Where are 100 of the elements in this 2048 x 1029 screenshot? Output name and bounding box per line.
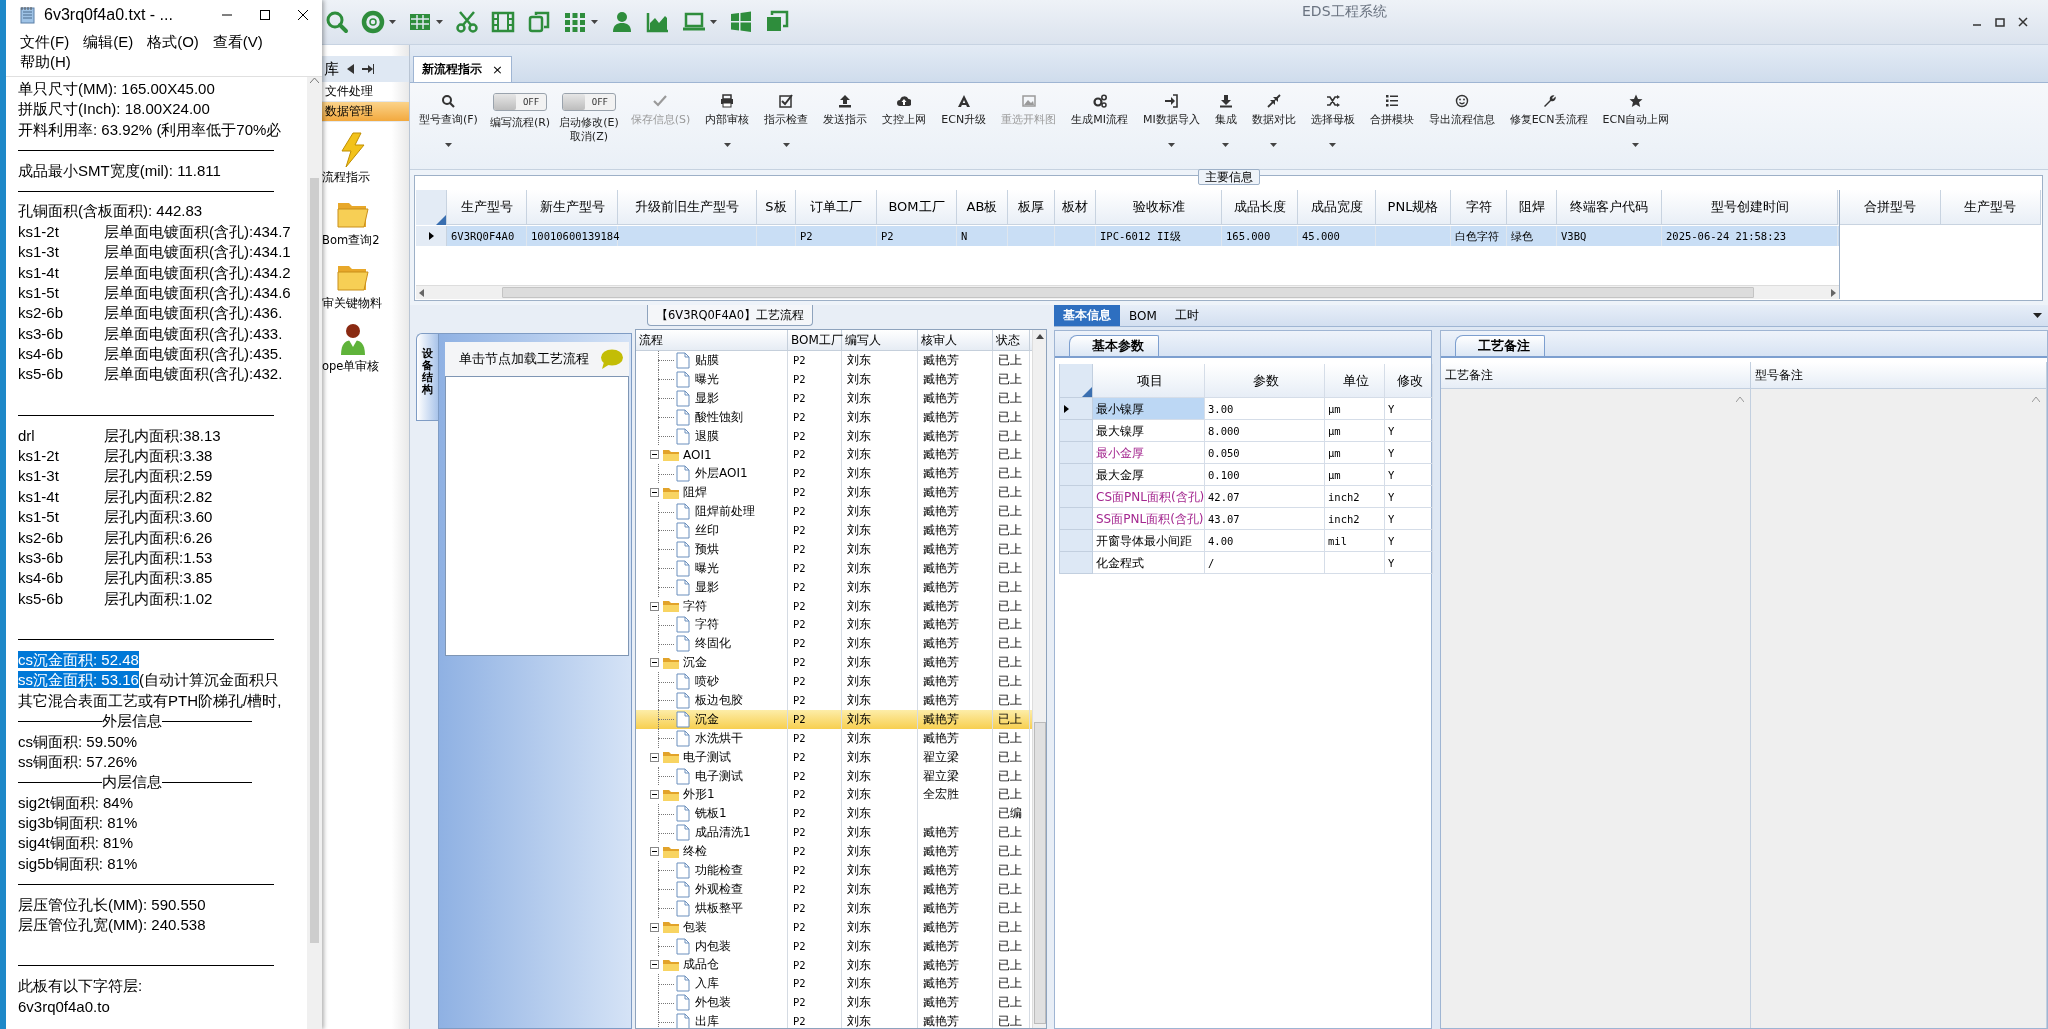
tree-item[interactable]: 板边包胶 P2 刘东 臧艳芳 已上 <box>636 691 1032 710</box>
menu-item[interactable]: 格式(O) <box>147 32 199 52</box>
tree-item[interactable]: 铣板1 P2 刘东 已编 <box>636 804 1032 824</box>
menu-item[interactable]: 查看(V) <box>212 32 263 52</box>
nav-item[interactable]: 数据管理 <box>322 102 409 122</box>
column-header[interactable]: AB板 <box>957 190 1008 225</box>
tree-item[interactable]: 酸性蚀刻 P2 刘东 臧艳芳 已上 <box>636 407 1032 427</box>
toolbar-button[interactable]: 合拼模块 <box>1366 92 1417 129</box>
close-icon[interactable] <box>297 9 309 21</box>
tree-item[interactable]: 贴膜 P2 刘东 臧艳芳 已上 <box>636 351 1032 370</box>
collapse-icon[interactable] <box>650 847 659 857</box>
tree-item[interactable]: 入库 P2 刘东 臧艳芳 已上 <box>636 974 1032 994</box>
film-icon[interactable] <box>491 10 515 34</box>
column-header[interactable]: 修改 <box>1385 364 1433 398</box>
search-icon[interactable] <box>325 10 349 34</box>
toggle-switch[interactable]: OFF <box>493 93 548 111</box>
shortcut-label[interactable]: 流程指示 <box>322 170 370 185</box>
toolbar-button[interactable]: 文控上网 <box>879 92 930 129</box>
arrow-left-icon[interactable] <box>347 64 354 74</box>
toolbar-button[interactable]: 型号查询(F) <box>416 92 481 149</box>
table-row[interactable]: 6V3RQ0F4A0 10010600139184 P2 P2 N IPC-6012 II级 165.000 45.000 白色字符 绿色 V3BQ 2025-06-24 21:58:23 <box>416 226 1839 246</box>
tree-item[interactable]: 显影 P2 刘东 臧艳芳 已上 <box>636 577 1032 597</box>
scrollbar-thumb[interactable] <box>310 178 319 943</box>
column-header[interactable]: BOM工厂 <box>877 190 957 225</box>
collapse-icon[interactable] <box>650 450 659 460</box>
tree-item[interactable]: 退膜 P2 刘东 臧艳芳 已上 <box>636 426 1032 446</box>
column-header[interactable]: PNL规格 <box>1376 190 1451 225</box>
side-tab[interactable]: 设备结构 <box>416 333 438 421</box>
tree-group[interactable]: AOI1 P2 刘东 臧艳芳 已上 <box>636 445 1032 465</box>
document-tab[interactable]: 新流程指示 × <box>413 56 512 82</box>
grid-icon[interactable] <box>563 10 587 34</box>
toolbar-button[interactable]: 生成MI流程 <box>1068 92 1131 129</box>
row-header[interactable] <box>416 226 447 246</box>
maximize-icon[interactable] <box>259 9 271 21</box>
tree-item[interactable]: 阻焊前处理 P2 刘东 臧艳芳 已上 <box>636 502 1032 521</box>
tree-item[interactable]: 外包装 P2 刘东 臧艳芳 已上 <box>636 993 1032 1013</box>
area-chart-icon[interactable] <box>646 10 670 34</box>
column-header[interactable]: 终端客户代码 <box>1557 190 1662 225</box>
tree-group[interactable]: 阻焊 P2 刘东 臧艳芳 已上 <box>636 483 1032 503</box>
column-header[interactable]: 生产型号 <box>447 190 527 225</box>
toolbar-button[interactable]: 数据对比 <box>1248 92 1299 149</box>
dropdown-icon[interactable] <box>2033 313 2042 318</box>
tree-item[interactable]: 电子测试 P2 刘东 翟立梁 已上 <box>636 766 1032 786</box>
collapse-icon[interactable] <box>650 790 659 800</box>
restore-icon[interactable] <box>1995 17 2005 27</box>
lifebuoy-icon[interactable] <box>361 10 385 34</box>
tree-group[interactable]: 字符 P2 刘东 臧艳芳 已上 <box>636 596 1032 616</box>
tab[interactable]: 工艺备注 <box>1455 335 1545 356</box>
toolbar-button[interactable]: 集成 <box>1211 92 1240 149</box>
tree-group[interactable]: 电子测试 P2 刘东 翟立梁 已上 <box>636 747 1032 767</box>
tree-item[interactable]: 功能检查 P2 刘东 臧艳芳 已上 <box>636 861 1032 880</box>
column-header[interactable]: 字符 <box>1451 190 1507 225</box>
tree-group[interactable]: 包装 P2 刘东 臧艳芳 已上 <box>636 917 1032 937</box>
column-header[interactable]: 阻焊 <box>1507 190 1557 225</box>
toggle-switch[interactable]: OFF <box>561 93 616 111</box>
tree-item[interactable]: 终固化 P2 刘东 臧艳芳 已上 <box>636 634 1032 654</box>
column-header[interactable]: 参数 <box>1205 364 1325 398</box>
tree-item[interactable]: 曝光 P2 刘东 臧艳芳 已上 <box>636 369 1032 389</box>
tree-item[interactable]: 烘板整平 P2 刘东 臧艳芳 已上 <box>636 898 1032 918</box>
menu-item[interactable]: 帮助(H) <box>20 52 71 72</box>
column-header[interactable]: 成品宽度 <box>1298 190 1376 225</box>
column-header[interactable]: 升级前旧生产型号 <box>618 190 757 225</box>
collapse-icon[interactable] <box>650 488 659 498</box>
column-header[interactable]: 流程 <box>636 330 788 350</box>
tree-item[interactable]: 曝光 P2 刘东 臧艳芳 已上 <box>636 558 1032 578</box>
column-header[interactable]: 合拼型号 <box>1840 190 1941 225</box>
windows-logo-icon[interactable] <box>729 10 753 34</box>
column-header[interactable]: 状态 <box>993 330 1030 350</box>
copy-icon[interactable] <box>527 10 551 34</box>
collapse-icon[interactable] <box>650 658 659 668</box>
close-icon[interactable] <box>2018 17 2028 27</box>
collapse-icon[interactable] <box>650 752 659 762</box>
tab[interactable]: BOM <box>1120 305 1166 326</box>
shortcut-label[interactable]: 审关键物料 <box>322 296 382 311</box>
person-icon[interactable] <box>610 10 634 34</box>
tree-group[interactable]: 终检 P2 刘东 臧艳芳 已上 <box>636 842 1032 862</box>
column-header[interactable]: 核审人 <box>918 330 993 350</box>
tree-item[interactable]: 显影 P2 刘东 臧艳芳 已上 <box>636 388 1032 408</box>
column-header[interactable]: 工艺备注 <box>1441 362 1751 388</box>
collapse-icon[interactable] <box>650 601 659 611</box>
menu-item[interactable]: 文件(F) <box>20 32 70 52</box>
tree-item[interactable]: 水洗烘干 P2 刘东 臧艳芳 已上 <box>636 728 1032 748</box>
toolbar-button[interactable]: 选择母板 <box>1307 92 1358 149</box>
menu-item[interactable]: 编辑(E) <box>83 32 134 52</box>
scrollbar-thumb[interactable] <box>501 287 1754 298</box>
tree-item[interactable]: 外观检查 P2 刘东 臧艳芳 已上 <box>636 879 1032 899</box>
tree-item[interactable]: 喷砂 P2 刘东 臧艳芳 已上 <box>636 672 1032 692</box>
toolbar-button[interactable]: 导出流程信息 <box>1425 92 1498 129</box>
toolbar-button[interactable]: MI数据导入 <box>1139 92 1203 149</box>
column-header[interactable]: 板厚 <box>1008 190 1055 225</box>
scrollbar-thumb[interactable] <box>1033 722 1046 1024</box>
column-header[interactable]: S板 <box>757 190 796 225</box>
tree-item[interactable]: 内包装 P2 刘东 臧艳芳 已上 <box>636 936 1032 956</box>
column-header[interactable]: 型号备注 <box>1751 362 2047 388</box>
collapse-icon[interactable] <box>650 922 659 932</box>
toolbar-button[interactable]: ECN升级 <box>938 92 990 129</box>
tree-item[interactable]: 字符 P2 刘东 臧艳芳 已上 <box>636 615 1032 635</box>
row-header[interactable] <box>1059 398 1093 420</box>
tree-group[interactable]: 外形1 P2 刘东 全宏胜 已上 <box>636 785 1032 805</box>
close-button[interactable]: × <box>492 62 503 77</box>
